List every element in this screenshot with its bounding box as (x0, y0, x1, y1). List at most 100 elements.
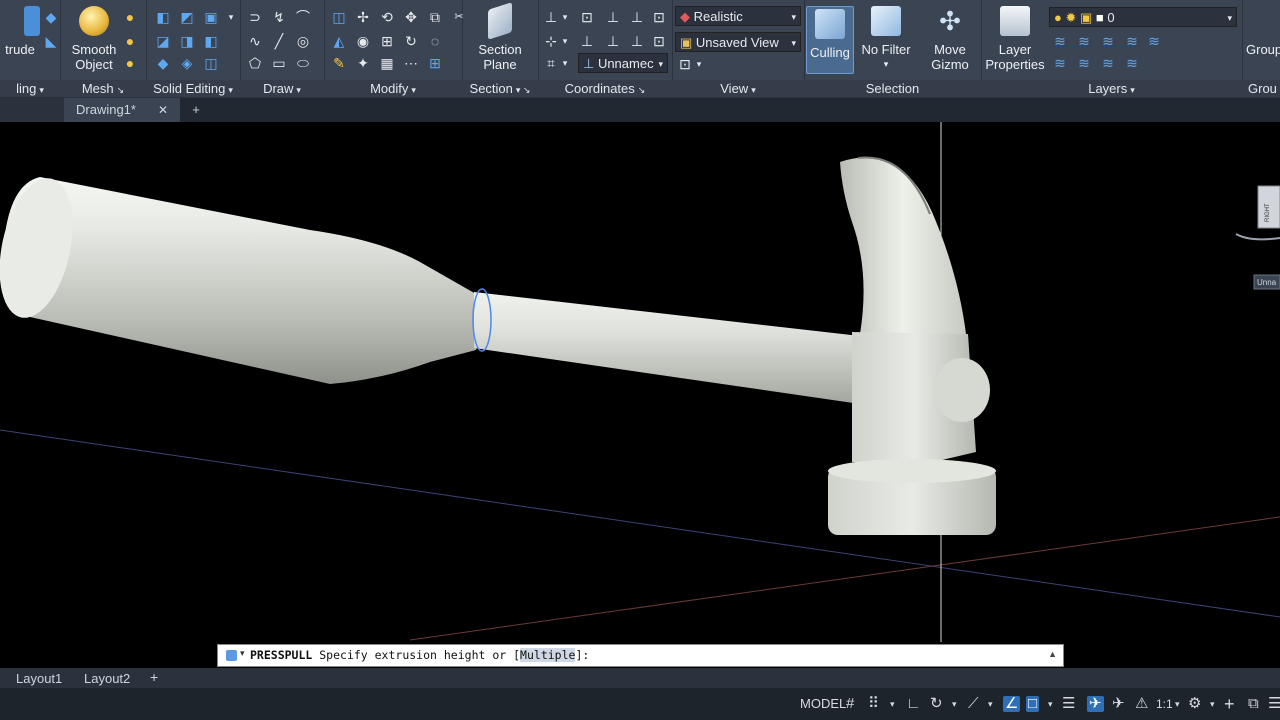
chevron-up-icon[interactable]: ▲ (1048, 649, 1057, 659)
visual-style-dropdown[interactable]: ◆ Realistic ▾ (675, 6, 801, 26)
hammer-shaft[interactable] (474, 292, 860, 404)
named-view-dropdown[interactable]: ▣ Unsaved View ▾ (675, 32, 801, 52)
ucs-origin-dropdown-icon[interactable]: ▾ (558, 34, 572, 48)
start-tab[interactable] (0, 98, 64, 122)
ucs-y-icon[interactable]: ⊥ (630, 10, 644, 24)
mesh-smooth-more-icon[interactable]: ● (123, 10, 137, 24)
break-icon[interactable]: ⋯ (404, 56, 418, 70)
layer-dropdown[interactable]: ● ✹ ▣ ■ 0 ▾ (1049, 7, 1237, 27)
circle-icon[interactable]: ◎ (296, 34, 310, 48)
isolate-objects-icon[interactable]: ⧉ (1248, 696, 1259, 712)
polar-icon[interactable]: ↻ (930, 696, 943, 712)
smooth-object-button[interactable]: Smooth Object (66, 6, 122, 72)
drawing-viewport[interactable]: RIGHT Unna (0, 122, 1280, 662)
culling-button[interactable]: Culling (806, 6, 854, 74)
ucs-face-dropdown-icon[interactable]: ▾ (558, 56, 572, 70)
model-space-toggle[interactable]: MODEL (800, 696, 846, 712)
shell-icon[interactable]: ◫ (204, 56, 218, 70)
scale-dropdown-icon[interactable]: ▾ (1175, 696, 1180, 712)
object-snap-tracking-icon[interactable]: ∠ (1003, 696, 1021, 712)
panel-title-groups[interactable]: Grou (1242, 80, 1280, 97)
layer-unisolate-icon[interactable]: ≋ (1125, 34, 1139, 48)
hammer-grip[interactable] (3, 177, 481, 384)
union-icon[interactable]: ◧ (156, 10, 170, 24)
layer-unlock-icon[interactable]: ≋ (1101, 56, 1115, 70)
mesh-refine-icon[interactable]: ● (123, 56, 137, 70)
solid-editing-dropdown-icon[interactable]: ▾ (224, 10, 238, 24)
erase-icon[interactable]: ✎ (332, 56, 346, 70)
panel-title-mesh[interactable]: Mesh ↘ (60, 80, 146, 97)
layer-off-icon[interactable]: ≋ (1147, 34, 1161, 48)
workspace-dropdown-icon[interactable]: ▾ (1210, 696, 1215, 712)
stretch-icon[interactable]: ◭ (332, 34, 346, 48)
panel-title-view[interactable]: View ▾ (672, 80, 804, 97)
plus-icon[interactable]: + (1224, 695, 1235, 713)
offset-edge-icon[interactable]: ◈ (180, 56, 194, 70)
polygon-icon[interactable]: ⬠ (248, 56, 262, 70)
subtract-icon[interactable]: ◩ (180, 10, 194, 24)
ellipse-icon[interactable]: ⬭ (296, 56, 310, 70)
panel-title-solid-editing[interactable]: Solid Editing ▾ (146, 80, 240, 97)
ucs-view-icon[interactable]: ⊥ (630, 34, 644, 48)
explode-icon[interactable]: ✦ (356, 56, 370, 70)
annotation-scale-value[interactable]: 1:1 (1156, 696, 1173, 712)
panel-title-draw[interactable]: Draw ▾ (240, 80, 324, 97)
line-icon[interactable]: ↯ (272, 10, 286, 24)
layer-freeze-icon[interactable]: ≋ (1053, 56, 1067, 70)
ucs-face-icon[interactable]: ⌗ (544, 56, 558, 70)
tab-layout2[interactable]: Layout2 (84, 671, 130, 686)
grid-icon[interactable]: # (846, 696, 854, 712)
intersect-icon[interactable]: ▣ (204, 10, 218, 24)
viewport-config-dropdown-icon[interactable]: ▾ (692, 57, 706, 71)
panel-title-coordinates[interactable]: Coordinates ↘ (538, 80, 672, 97)
mirror-icon[interactable]: ↻ (404, 34, 418, 48)
align-icon[interactable]: ◫ (332, 10, 346, 24)
extract-edges-icon[interactable]: ◆ (156, 56, 170, 70)
move-gizmo-button[interactable]: ✣ Move Gizmo (922, 6, 978, 72)
command-option-multiple[interactable]: Multiple (520, 648, 576, 662)
isodraft-dropdown-icon[interactable]: ▾ (988, 696, 993, 712)
polar-dropdown-icon[interactable]: ▾ (952, 696, 957, 712)
array-icon[interactable]: ◉ (356, 34, 370, 48)
layer-walk-icon[interactable]: ≋ (1125, 56, 1139, 70)
ucs-z-icon[interactable]: ⊡ (652, 10, 666, 24)
group-button[interactable]: Group (1246, 6, 1280, 57)
ucs-named-dropdown[interactable]: ⊥ Unnamec ▾ (578, 53, 668, 73)
spline-icon[interactable]: ∿ (248, 34, 262, 48)
ucs-world-icon[interactable]: ⊡ (580, 10, 594, 24)
rotate3d-icon[interactable]: ✢ (356, 10, 370, 24)
annotation-visibility-icon[interactable]: ✈ (1087, 696, 1104, 712)
new-tab-button[interactable]: + (188, 98, 204, 122)
wedge-icon[interactable]: ◣ (44, 34, 58, 48)
mesh-smooth-less-icon[interactable]: ● (123, 34, 137, 48)
copy-icon[interactable]: ⧉ (428, 10, 442, 24)
rectangle-icon[interactable]: ▭ (272, 56, 286, 70)
command-line[interactable]: ▾ PRESSPULL Specify extrusion height or … (217, 644, 1064, 667)
hammer-claw[interactable] (840, 157, 966, 334)
ucs-3point-icon[interactable]: ⊥ (580, 34, 594, 48)
slice-icon[interactable]: ◨ (180, 34, 194, 48)
gear-icon[interactable]: ⚙ (1188, 696, 1201, 712)
3d-rotate-icon[interactable]: ⟲ (380, 10, 394, 24)
ortho-icon[interactable]: ∟ (906, 696, 921, 712)
chevron-down-icon[interactable]: ▾ (240, 648, 245, 659)
viewcube-compass-ring[interactable] (1235, 233, 1280, 241)
extrude-button[interactable]: trude (0, 6, 40, 57)
layer-match-icon[interactable]: ≋ (1053, 34, 1067, 48)
layer-lock-icon[interactable]: ≋ (1077, 56, 1091, 70)
fillet-icon[interactable]: ◌ (428, 34, 442, 48)
ucs-x-icon[interactable]: ⊥ (606, 10, 620, 24)
snap-icon[interactable]: ⠿ (868, 696, 879, 712)
arc-icon[interactable]: ⌒ (296, 10, 310, 24)
move-icon[interactable]: ✥ (404, 10, 418, 24)
thicken-icon[interactable]: ◧ (204, 34, 218, 48)
ucs-dropdown-icon[interactable]: ▾ (558, 10, 572, 24)
annotation-scale-icon[interactable]: ⚠ (1135, 696, 1148, 712)
ucs-icon[interactable]: ⊥ (544, 10, 558, 24)
osnap-dropdown-icon[interactable]: ▾ (1048, 696, 1053, 712)
layer-properties-button[interactable]: Layer Properties (983, 6, 1047, 72)
panel-title-modify[interactable]: Modify ▾ (324, 80, 462, 97)
auto-scale-icon[interactable]: ✈ (1112, 696, 1125, 712)
panel-title-layers[interactable]: Layers ▾ (981, 80, 1242, 97)
close-icon[interactable]: ✕ (158, 98, 168, 122)
